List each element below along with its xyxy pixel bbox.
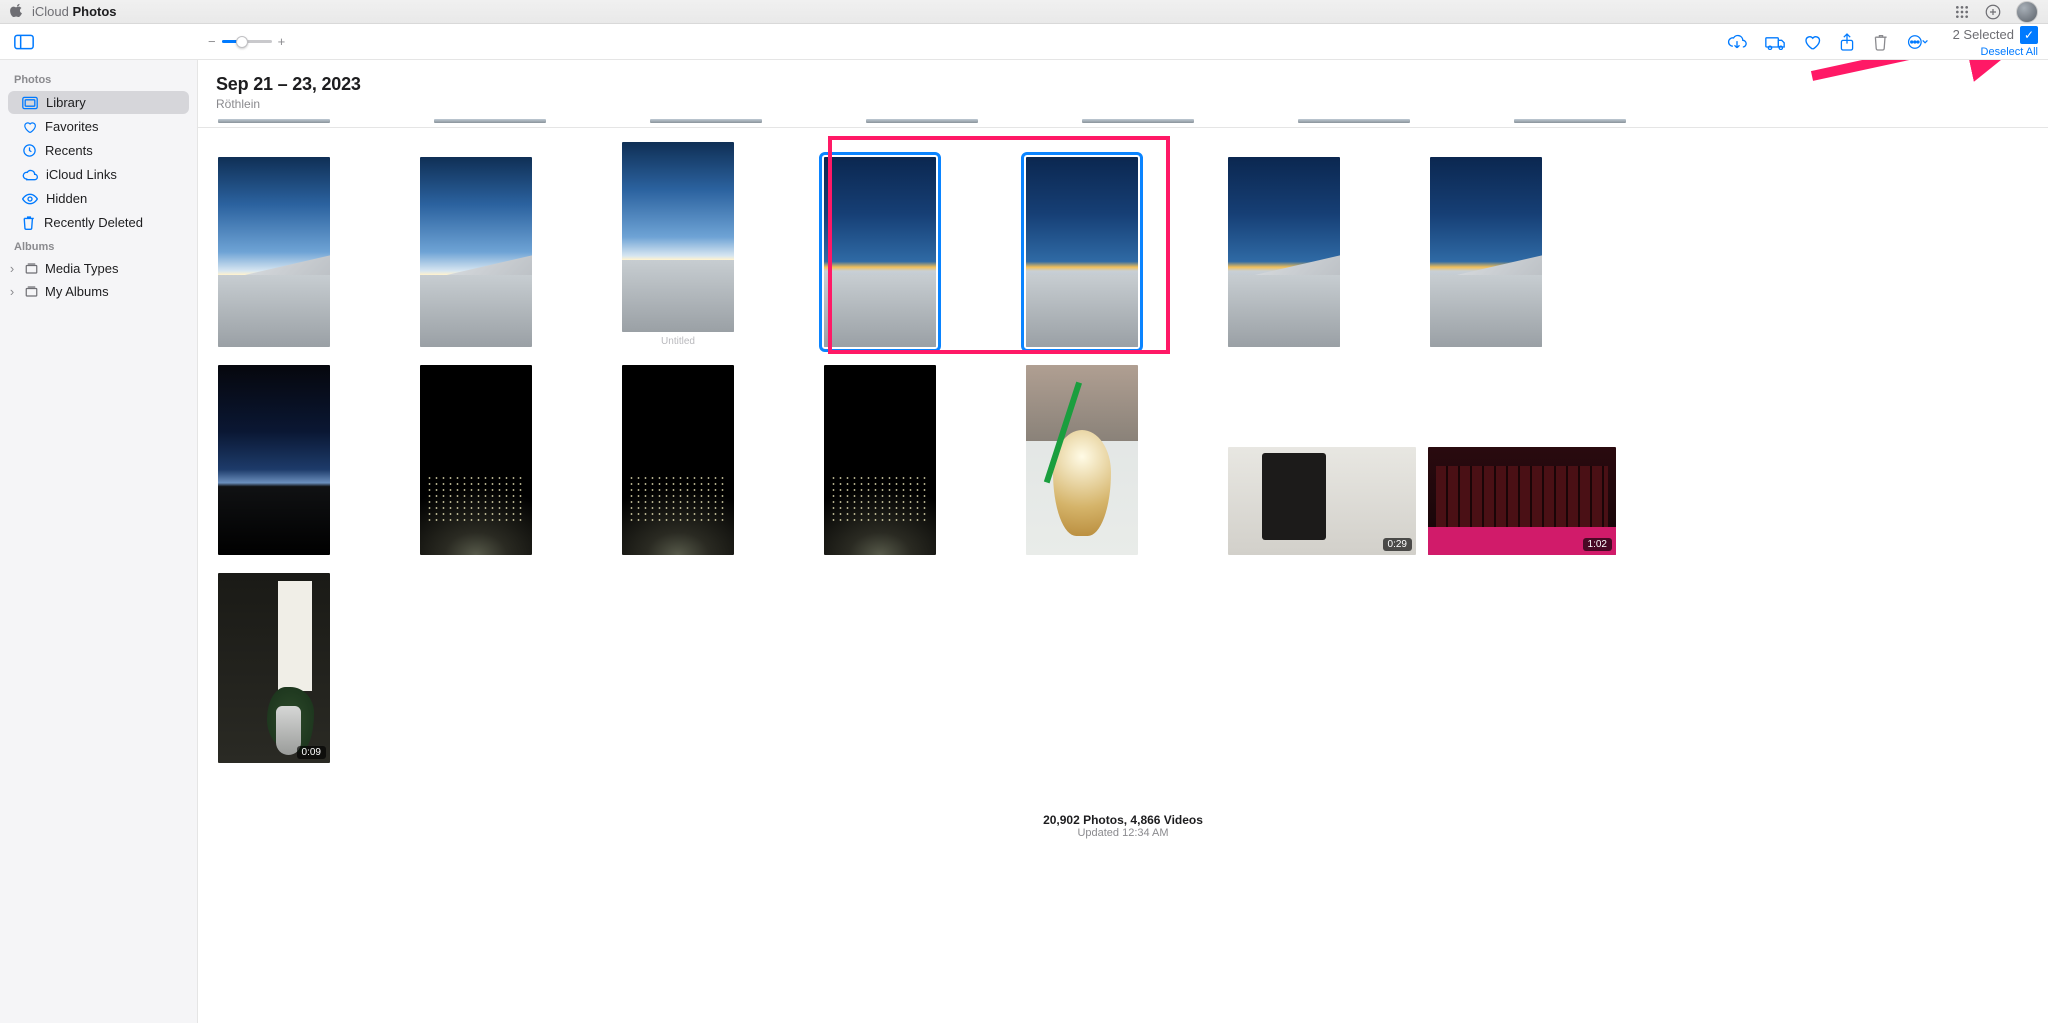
sidebar-item-library[interactable]: Library [8,91,189,114]
previous-section-peek [198,119,2048,123]
photo-thumbnail[interactable] [1228,157,1340,347]
sidebar-item-label: Library [46,95,86,110]
sidebar: Photos Library Favorites Recents iCloud … [0,60,198,1023]
photo-thumbnail[interactable] [824,365,936,555]
app-title: iCloud Photos [32,4,117,19]
sidebar-item-hidden[interactable]: Hidden [8,187,189,210]
video-duration-badge: 0:29 [1383,538,1412,551]
zoom-out-icon[interactable]: − [208,34,216,49]
photo-thumbnail[interactable] [420,157,532,347]
heart-icon [22,120,37,134]
sidebar-item-recents[interactable]: Recents [8,139,189,162]
apple-logo-icon [10,3,24,20]
eye-icon [22,193,38,205]
sidebar-item-favorites[interactable]: Favorites [8,115,189,138]
sidebar-section-photos: Photos [0,68,197,90]
sidebar-item-label: Recents [45,143,93,158]
sidebar-item-media-types[interactable]: › Media Types [0,257,197,280]
library-icon [22,96,38,110]
footer-updated: Updated 12:34 AM [198,827,2048,839]
video-duration-badge: 1:02 [1583,538,1612,551]
photo-thumbnail[interactable]: Untitled [622,142,734,347]
more-options-icon[interactable] [1907,33,1929,51]
deselect-all-link[interactable]: Deselect All [1981,46,2038,58]
video-thumbnail[interactable]: 0:09 [218,573,330,763]
sidebar-item-icloud-links[interactable]: iCloud Links [8,163,189,186]
thumbnail-caption: Untitled [661,336,695,347]
sidebar-item-label: My Albums [45,284,109,299]
share-icon[interactable] [1839,32,1855,52]
clock-icon [22,143,37,158]
video-thumbnail[interactable]: 0:29 [1228,447,1416,555]
sidebar-item-label: Recently Deleted [44,215,143,230]
favorite-badge-icon [626,311,640,328]
photo-thumbnail[interactable] [218,365,330,555]
trash-icon[interactable] [1873,33,1889,51]
video-duration-badge: 0:09 [297,746,326,759]
chevron-right-icon[interactable]: › [6,284,18,299]
footer-counts: 20,902 Photos, 4,866 Videos [198,813,2048,827]
sidebar-item-recently-deleted[interactable]: Recently Deleted [8,211,189,234]
date-range-title: Sep 21 – 23, 2023 [216,74,2030,95]
photo-thumbnail[interactable] [218,157,330,347]
cloud-link-icon [22,169,38,181]
sidebar-item-label: Hidden [46,191,87,206]
zoom-in-icon[interactable]: + [278,34,286,49]
shipping-box-icon[interactable] [1765,34,1785,50]
thumbnail-zoom-slider[interactable]: − + [208,34,285,49]
app-toolbar: − + 2 Selected ✓ Deselect All [0,24,2048,60]
trash-icon [22,215,36,230]
selection-status: 2 Selected ✓ Deselect All [1953,26,2038,58]
photo-thumbnail-selected[interactable] [1026,157,1138,347]
photo-thumbnail[interactable] [420,365,532,555]
favorite-heart-icon[interactable] [1803,33,1821,51]
photo-thumbnail[interactable] [1026,365,1138,555]
stack-icon [24,262,39,275]
photo-thumbnail-selected[interactable] [824,157,936,347]
library-footer: 20,902 Photos, 4,866 Videos Updated 12:3… [198,801,2048,853]
sidebar-toggle-icon[interactable] [10,31,38,53]
app-launcher-icon[interactable] [1954,4,1970,20]
selection-count-label: 2 Selected [1953,27,2014,42]
sidebar-item-label: Media Types [45,261,118,276]
chevron-right-icon[interactable]: › [6,261,18,276]
main-content: Sep 21 – 23, 2023 Röthlein Untitled [198,60,2048,1023]
selection-check-icon[interactable]: ✓ [2020,26,2038,44]
video-thumbnail[interactable]: 1:02 [1428,447,1616,555]
sidebar-item-label: iCloud Links [46,167,117,182]
sidebar-item-my-albums[interactable]: › My Albums [0,280,197,303]
stack-icon [24,285,39,298]
upload-plus-icon[interactable] [1984,3,2002,21]
location-subtitle: Röthlein [216,97,2030,111]
system-titlebar: iCloud Photos [0,0,2048,24]
photo-thumbnail[interactable] [1430,157,1542,347]
account-avatar[interactable] [2016,1,2038,23]
photo-thumbnail[interactable] [622,365,734,555]
photo-grid: Untitled 0:29 1:02 0:09 [198,136,2048,801]
cloud-download-icon[interactable] [1727,33,1747,51]
sidebar-section-albums: Albums [0,235,197,257]
sidebar-item-label: Favorites [45,119,98,134]
